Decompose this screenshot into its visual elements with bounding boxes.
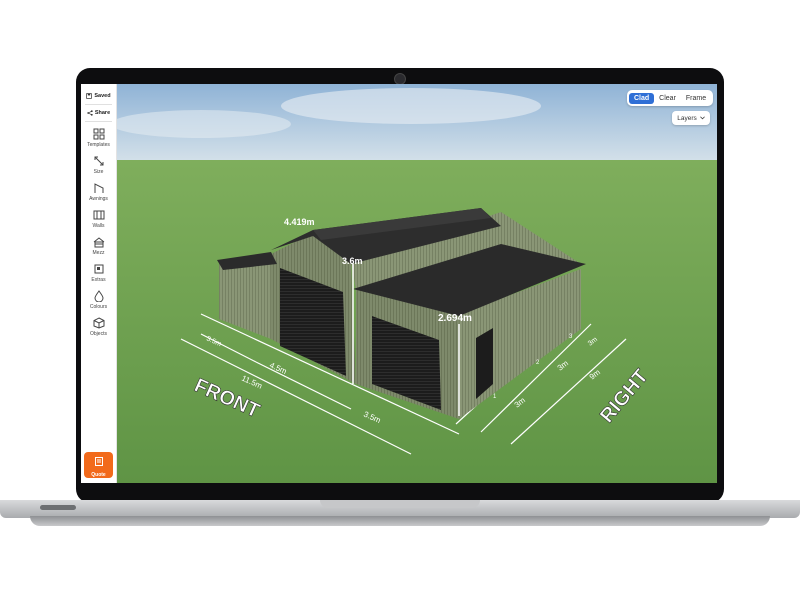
sidebar-item-label: Templates xyxy=(87,142,110,148)
view-mode-toggle: Clad Clear Frame xyxy=(627,90,714,106)
lean-to-height-label: 2.694m xyxy=(438,313,472,324)
sidebar-item-label: Mezz xyxy=(92,250,105,256)
layers-label: Layers xyxy=(677,114,697,122)
sidebar-item-objects[interactable]: Objects xyxy=(81,317,116,337)
laptop-base-bottom xyxy=(30,516,770,526)
document-icon xyxy=(94,457,103,466)
layers-dropdown[interactable]: Layers xyxy=(672,111,710,125)
share-button[interactable]: Share xyxy=(84,107,113,119)
cloud xyxy=(111,110,291,138)
sidebar-item-walls[interactable]: Walls xyxy=(81,209,116,229)
sidebar-item-templates[interactable]: Templates xyxy=(81,128,116,148)
view-mode-frame[interactable]: Frame xyxy=(681,93,711,104)
sidebar-item-label: Walls xyxy=(92,223,105,229)
3d-viewport[interactable]: 4.419m 3.6m 2.694m 3.5m 4.5m 11.5m 3.5m … xyxy=(81,84,717,483)
mezzanine-icon xyxy=(93,237,104,248)
sidebar-item-awnings[interactable]: Awnings xyxy=(81,182,116,202)
colour-drop-icon xyxy=(93,290,104,302)
sidebar-item-size[interactable]: Size xyxy=(81,155,116,175)
sidebar-item-label: Size xyxy=(93,169,104,175)
sidebar-item-label: Extras xyxy=(91,277,106,283)
view-mode-clear[interactable]: Clear xyxy=(654,93,681,104)
quote-label: Quote xyxy=(91,472,106,478)
share-label: Share xyxy=(94,110,111,116)
grid-icon xyxy=(93,128,104,140)
sidebar-item-extras[interactable]: Extras xyxy=(81,263,116,283)
awning-icon xyxy=(94,183,103,193)
wall-height-label: 3.6m xyxy=(342,256,363,266)
saved-indicator[interactable]: Saved xyxy=(84,90,113,102)
app-screen: 4.419m 3.6m 2.694m 3.5m 4.5m 11.5m 3.5m … xyxy=(81,84,717,483)
quote-button[interactable]: Quote xyxy=(84,452,113,478)
share-icon xyxy=(87,110,93,116)
resize-icon xyxy=(94,156,103,166)
divider xyxy=(85,121,112,122)
sidebar-item-mezz[interactable]: Mezz xyxy=(81,236,116,256)
view-mode-clad[interactable]: Clad xyxy=(629,92,655,104)
cloud xyxy=(281,88,541,124)
cube-icon xyxy=(93,317,104,329)
sidebar: Saved Share Templates Size Awnings Walls… xyxy=(81,84,117,483)
walls-icon xyxy=(93,210,104,220)
sidebar-item-label: Objects xyxy=(90,331,107,337)
sidebar-item-label: Colours xyxy=(89,304,108,310)
sidebar-item-label: Awnings xyxy=(89,196,108,202)
sidebar-item-colours[interactable]: Colours xyxy=(81,290,116,310)
saved-label: Saved xyxy=(94,93,111,99)
chevron-down-icon xyxy=(699,116,705,120)
ridge-height-label: 4.419m xyxy=(284,217,315,227)
extras-icon xyxy=(94,264,103,274)
divider xyxy=(85,104,112,105)
save-icon xyxy=(86,93,93,99)
laptop-hinge-notch xyxy=(320,500,480,508)
laptop-port xyxy=(40,505,76,510)
